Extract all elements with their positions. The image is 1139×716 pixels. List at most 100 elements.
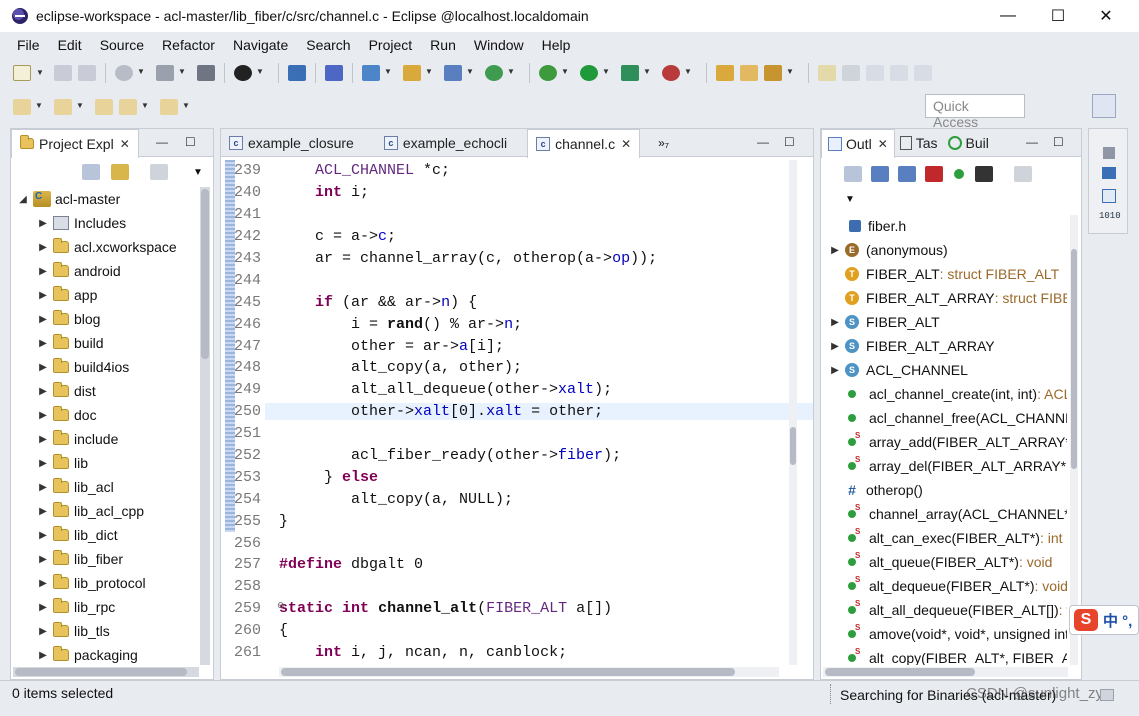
link-editor-icon[interactable] [111,164,129,180]
expand-arrow-icon[interactable]: ▶ [829,317,841,328]
tree-root[interactable]: ◢ acl-master [11,187,213,211]
expand-arrow-icon[interactable]: ▶ [37,314,49,325]
skip-breakpoints-icon[interactable] [325,65,343,81]
menu-refactor[interactable]: Refactor [162,37,215,53]
hide-fields-icon[interactable] [898,166,916,182]
tree-item[interactable]: ▶ acl.xcworkspace [11,235,213,259]
previous-annotation-icon[interactable] [54,99,84,115]
tab-tasks[interactable]: Tas [895,129,943,157]
expand-arrow-icon[interactable]: ▶ [37,650,49,661]
outline-item[interactable]: T FIBER_ALT_ARRAY : struct FIBER_ALT_ARRA… [821,286,1067,310]
menu-help[interactable]: Help [542,37,571,53]
save-icon[interactable] [54,65,72,81]
tree-item[interactable]: ▶ lib_acl [11,475,213,499]
code-line[interactable]: 257 #define dbgalt 0 [221,554,813,576]
tree-item[interactable]: ▶ lib_acl_cpp [11,499,213,523]
explorer-hscroll-thumb[interactable] [15,668,187,676]
code-line[interactable]: 256 [221,532,813,554]
expand-arrow-icon[interactable]: ▶ [37,290,49,301]
minimize-view-button[interactable]: — [156,135,168,149]
expand-arrow-icon[interactable]: ▶ [37,602,49,613]
code-line[interactable]: 242 c = a->c; [221,226,813,248]
coverage-icon[interactable] [621,65,651,81]
maximize-button[interactable]: ☐ [1035,0,1081,32]
outline-scroll-thumb[interactable] [1071,249,1077,469]
code-line[interactable]: 252 acl_fiber_ready(other->fiber); [221,445,813,467]
close-tab-icon[interactable]: ✕ [621,137,631,151]
outline-item[interactable]: ▶ S FIBER_ALT [821,310,1067,334]
expand-arrow-icon[interactable]: ▶ [37,578,49,589]
expand-arrow-icon[interactable]: ▶ [37,386,49,397]
close-tab-icon[interactable]: ✕ [120,137,130,151]
outline-item[interactable]: alt_all_dequeue(FIBER_ALT[]) : void [821,598,1067,622]
properties-view-icon[interactable] [1102,189,1116,203]
code-line[interactable]: 249 alt_all_dequeue(other->xalt); [221,379,813,401]
code-line[interactable]: 254 alt_copy(a, NULL); [221,488,813,510]
restore-icon[interactable] [1103,147,1115,159]
maximize-editor-button[interactable]: ☐ [784,135,795,149]
code-line[interactable]: 258 [221,576,813,598]
editor-vertical-scrollbar[interactable] [789,160,797,665]
tree-item[interactable]: ▶ app [11,283,213,307]
tree-item[interactable]: ▶ include [11,427,213,451]
code-line[interactable]: 243 ar = channel_array(c, otherop(a->op)… [221,248,813,270]
minimize-outline-button[interactable]: — [1026,135,1038,149]
expand-arrow-icon[interactable]: ▶ [829,341,841,352]
new-class-icon[interactable] [444,65,474,81]
view-menu-icon[interactable]: ▼ [845,194,855,205]
outline-item[interactable]: alt_queue(FIBER_ALT*) : void [821,550,1067,574]
sort-icon[interactable] [871,166,889,182]
collapse-all-icon[interactable] [844,166,862,182]
outline-item[interactable]: fiber.h [821,214,1067,238]
editor-hscroll-thumb[interactable] [281,668,735,676]
expand-arrow-icon[interactable]: ▶ [37,530,49,541]
tab-example-echocli[interactable]: c example_echocli [376,129,515,157]
link-editor-icon[interactable] [1014,166,1032,182]
outline-item[interactable]: ▶ E (anonymous) [821,238,1067,262]
outline-item[interactable]: alt_can_exec(FIBER_ALT*) : int [821,526,1067,550]
next-annotation-icon[interactable] [13,99,43,115]
expand-arrow-icon[interactable]: ▶ [37,362,49,373]
tree-item[interactable]: ▶ build4ios [11,355,213,379]
explorer-scroll-thumb[interactable] [201,189,209,359]
code-line[interactable]: 251 [221,423,813,445]
new-icon[interactable] [13,65,44,81]
tree-item[interactable]: ▶ blog [11,307,213,331]
tab-example-closure[interactable]: c example_closure [221,129,362,157]
tab-build-targets[interactable]: Buil [943,129,994,157]
menu-project[interactable]: Project [369,37,413,53]
menu-file[interactable]: File [17,37,40,53]
annotation-icon[interactable] [866,65,884,81]
tree-item[interactable]: ▶ Includes [11,211,213,235]
expand-arrow-icon[interactable]: ▶ [37,410,49,421]
expand-arrow-icon[interactable]: ▶ [37,218,49,229]
menu-source[interactable]: Source [100,37,144,53]
tab-project-explorer[interactable]: Project Expl ✕ [11,128,139,158]
code-line[interactable]: 246 i = rand() % ar->n; [221,313,813,335]
save-all-icon[interactable] [78,65,96,81]
code-line[interactable]: 250 other->xalt[0].xalt = other; [221,401,813,423]
outline-item[interactable]: channel_array(ACL_CHANNEL*, unsigned int… [821,502,1067,526]
expand-arrow-icon[interactable]: ▶ [37,554,49,565]
expand-arrow-icon[interactable]: ▶ [37,482,49,493]
tree-item[interactable]: ▶ packaging [11,643,213,667]
quick-access-input[interactable]: Quick Access [925,94,1025,130]
tree-item[interactable]: ▶ lib_fiber [11,547,213,571]
code-line[interactable]: 244 [221,269,813,291]
new-project-icon[interactable] [362,65,392,81]
tree-item[interactable]: ▶ build [11,331,213,355]
tree-item[interactable]: ▶ doc [11,403,213,427]
back-icon[interactable] [119,99,149,115]
collapse-all-icon[interactable] [82,164,100,180]
code-line[interactable]: 239 ACL_CHANNEL *c; [221,160,813,182]
memory-view-icon[interactable]: 1010 [1099,211,1121,221]
tree-item[interactable]: ▶ dist [11,379,213,403]
expand-arrow-icon[interactable]: ▶ [37,434,49,445]
collapse-arrow-icon[interactable]: ◢ [17,194,29,205]
outline-item[interactable]: array_del(FIBER_ALT_ARRAY*, int) [821,454,1067,478]
outline-item[interactable]: array_add(FIBER_ALT_ARRAY*, FIBER_ALT*) [821,430,1067,454]
filter-icon[interactable] [150,164,168,180]
menu-navigate[interactable]: Navigate [233,37,288,53]
debug-icon[interactable] [539,65,569,81]
forward-icon[interactable] [160,99,190,115]
